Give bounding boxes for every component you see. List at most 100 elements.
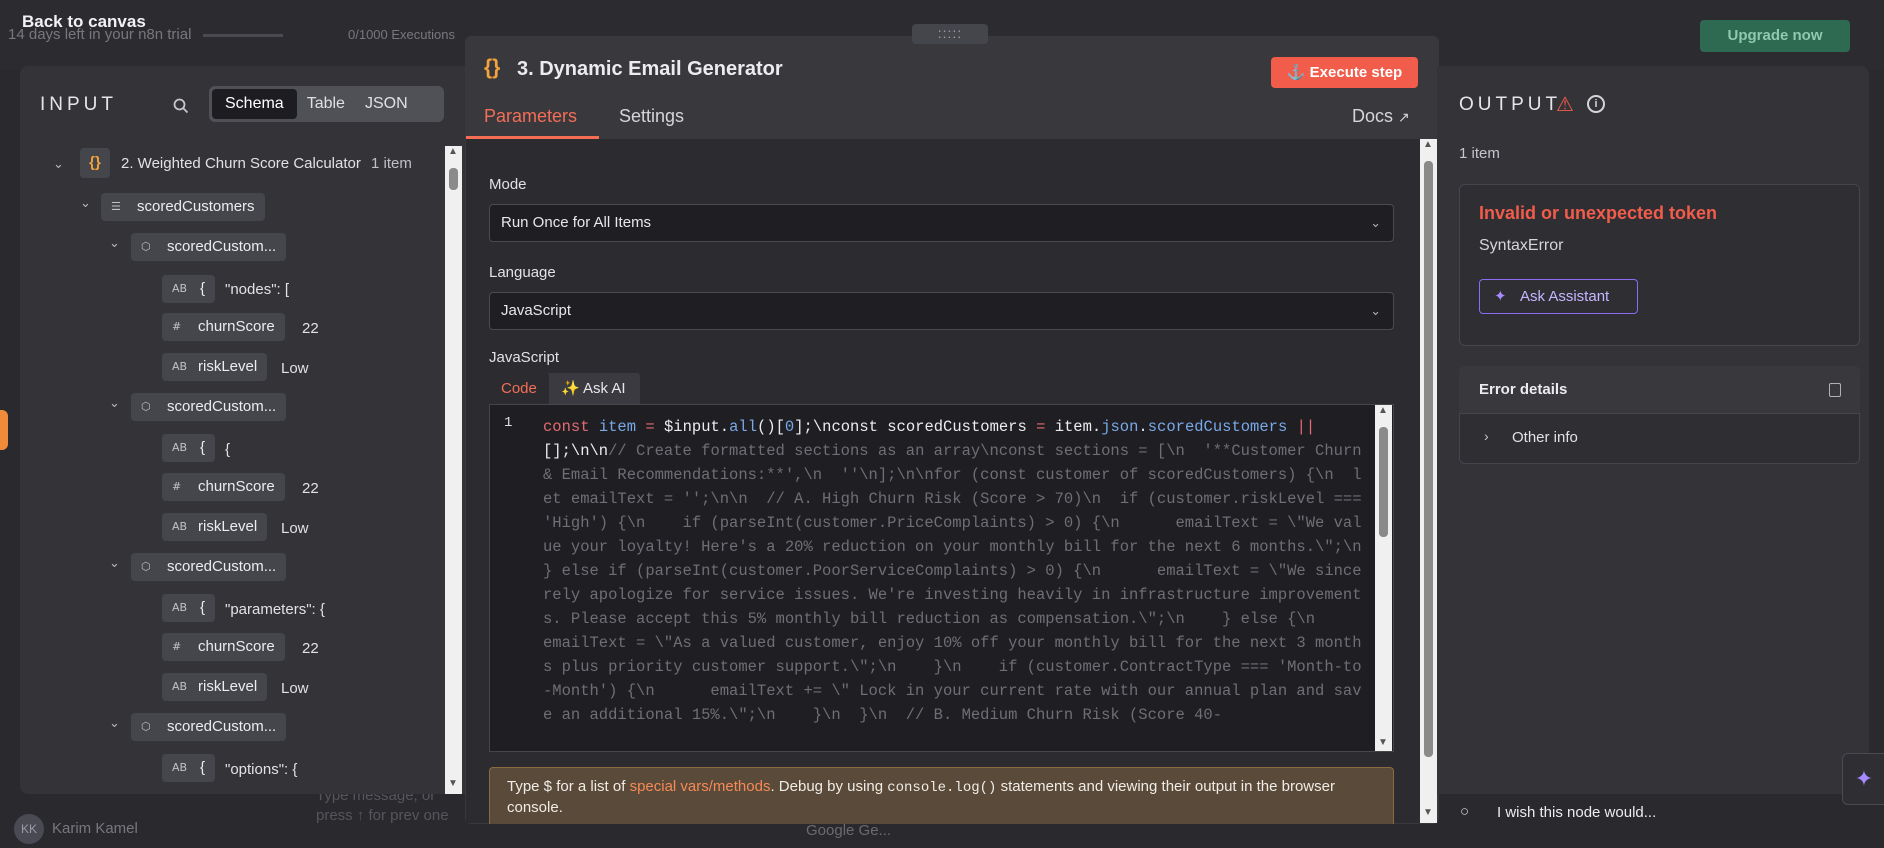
- chevron-down-icon: ⌄: [1370, 215, 1381, 230]
- input-title: INPUT: [40, 94, 117, 115]
- field-group[interactable]: ⬡ scoredCustom...: [131, 713, 287, 741]
- string-type-icon: AB: [172, 680, 188, 693]
- code-content[interactable]: const item = $input.all()[0];\nconst sco…: [543, 415, 1363, 727]
- editor-scrollbar[interactable]: ▲ ▼: [1375, 405, 1392, 751]
- code-hint-banner: Type $ for a list of special vars/method…: [489, 767, 1394, 824]
- string-type-icon: AB: [172, 520, 188, 533]
- google-node-label: Google Ge...: [806, 822, 892, 839]
- lightbulb-icon: ○: [1460, 803, 1470, 820]
- field-string[interactable]: AB riskLevel: [162, 353, 268, 381]
- view-json-tab[interactable]: JSON: [355, 89, 418, 119]
- chevron-down-icon[interactable]: ⌄: [109, 715, 120, 731]
- assistant-fab-icon[interactable]: ✦: [1842, 753, 1884, 805]
- view-schema-tab[interactable]: Schema: [212, 89, 297, 119]
- language-select[interactable]: JavaScript ⌄: [489, 292, 1394, 330]
- external-link-icon: ↗: [1398, 109, 1410, 125]
- error-details-title: Error details: [1479, 381, 1568, 398]
- drag-handle[interactable]: :::::: [912, 24, 988, 44]
- field-value: 22: [302, 640, 319, 657]
- chevron-down-icon[interactable]: ⌄: [109, 235, 120, 251]
- string-type-icon: AB: [172, 601, 188, 614]
- chevron-down-icon[interactable]: ⌄: [53, 156, 64, 172]
- number-type-icon: #: [172, 640, 182, 653]
- output-count: 1 item: [1459, 145, 1500, 162]
- upgrade-button[interactable]: Upgrade now: [1700, 20, 1850, 52]
- mode-label: Mode: [489, 176, 527, 193]
- language-label: Language: [489, 264, 556, 281]
- ask-assistant-button[interactable]: ✦ Ask Assistant: [1479, 279, 1638, 314]
- field-value: Low: [281, 520, 309, 537]
- field-value: "options": {: [225, 761, 298, 778]
- field-group[interactable]: ⬡ scoredCustom...: [131, 393, 287, 421]
- field-string[interactable]: AB riskLevel: [162, 513, 268, 541]
- code-editor[interactable]: 1 const item = $input.all()[0];\nconst s…: [489, 404, 1394, 752]
- field-string[interactable]: AB riskLevel: [162, 673, 268, 701]
- number-type-icon: #: [172, 480, 182, 493]
- object-icon: ⬡: [141, 720, 151, 733]
- chevron-down-icon: ⌄: [1370, 303, 1381, 318]
- field-scoredCustomers[interactable]: ☰ scoredCustomers: [101, 193, 265, 221]
- string-type-icon: AB: [172, 282, 188, 295]
- field-number[interactable]: # churnScore: [162, 313, 285, 341]
- field-string[interactable]: AB{: [162, 275, 216, 303]
- input-node-name[interactable]: 2. Weighted Churn Score Calculator 1 ite…: [121, 155, 412, 172]
- field-value: 22: [302, 320, 319, 337]
- field-value: 22: [302, 480, 319, 497]
- output-title: OUTPUT: [1459, 94, 1562, 115]
- info-icon[interactable]: i: [1587, 95, 1605, 113]
- view-toggle: Schema Table JSON: [209, 86, 444, 122]
- tab-settings[interactable]: Settings: [619, 106, 684, 127]
- object-icon: ⬡: [141, 560, 151, 573]
- input-scrollbar[interactable]: ▲ ▼: [445, 146, 462, 794]
- modal-title: 3. Dynamic Email Generator: [517, 58, 783, 80]
- canvas-node-tab: [0, 410, 8, 450]
- number-type-icon: #: [172, 320, 182, 333]
- field-string[interactable]: AB{: [162, 754, 216, 782]
- field-number[interactable]: # churnScore: [162, 633, 285, 661]
- field-value: Low: [281, 680, 309, 697]
- search-icon[interactable]: [172, 97, 190, 115]
- view-table-tab[interactable]: Table: [297, 89, 355, 119]
- user-menu[interactable]: KK Karim Kamel: [14, 814, 138, 844]
- code-node-icon: {}: [484, 56, 501, 79]
- back-to-canvas-link[interactable]: Back to canvas: [22, 12, 146, 32]
- chevron-right-icon[interactable]: ›: [1484, 428, 1489, 444]
- field-number[interactable]: # churnScore: [162, 473, 285, 501]
- mode-select[interactable]: Run Once for All Items ⌄: [489, 204, 1394, 242]
- string-type-icon: AB: [172, 761, 188, 774]
- chevron-down-icon[interactable]: ⌄: [109, 555, 120, 571]
- sparkle-icon: ✦: [1494, 288, 1507, 305]
- docs-link[interactable]: Docs ↗: [1352, 106, 1410, 127]
- chevron-down-icon[interactable]: ⌄: [80, 195, 91, 211]
- string-type-icon: AB: [172, 360, 188, 373]
- error-title: Invalid or unexpected token: [1479, 203, 1718, 223]
- special-vars-link[interactable]: special vars/methods: [630, 778, 771, 795]
- object-icon: ⬡: [141, 400, 151, 413]
- line-number: 1: [504, 415, 513, 431]
- code-section-label: JavaScript: [489, 349, 560, 366]
- tab-ask-ai[interactable]: ✨ Ask AI: [549, 373, 638, 405]
- field-value: "parameters": {: [225, 601, 325, 618]
- tab-parameters[interactable]: Parameters: [484, 106, 577, 127]
- field-value: "nodes": [: [225, 281, 290, 298]
- object-icon: ⬡: [141, 240, 151, 253]
- field-group[interactable]: ⬡ scoredCustom...: [131, 233, 287, 261]
- code-node-icon: {}: [80, 148, 110, 178]
- copy-icon[interactable]: [1829, 383, 1841, 397]
- field-group[interactable]: ⬡ scoredCustom...: [131, 553, 287, 581]
- tab-code[interactable]: Code: [489, 373, 549, 405]
- executions-counter: 0/1000 Executions: [348, 27, 455, 42]
- other-info-toggle[interactable]: Other info: [1512, 429, 1578, 446]
- execute-step-button[interactable]: ⚓ Execute step: [1271, 57, 1418, 88]
- modal-scrollbar[interactable]: ▲ ▼: [1420, 139, 1437, 823]
- chevron-down-icon[interactable]: ⌄: [109, 395, 120, 411]
- code-tabs: Code ✨ Ask AI: [489, 373, 640, 405]
- field-string[interactable]: AB{: [162, 594, 216, 622]
- field-string[interactable]: AB{: [162, 434, 216, 462]
- string-type-icon: AB: [172, 441, 188, 454]
- feedback-link[interactable]: I wish this node would...: [1449, 795, 1869, 831]
- list-icon: ☰: [111, 200, 121, 213]
- field-value: {: [225, 441, 231, 458]
- field-value: Low: [281, 360, 309, 377]
- warning-icon: ⚠: [1556, 94, 1574, 116]
